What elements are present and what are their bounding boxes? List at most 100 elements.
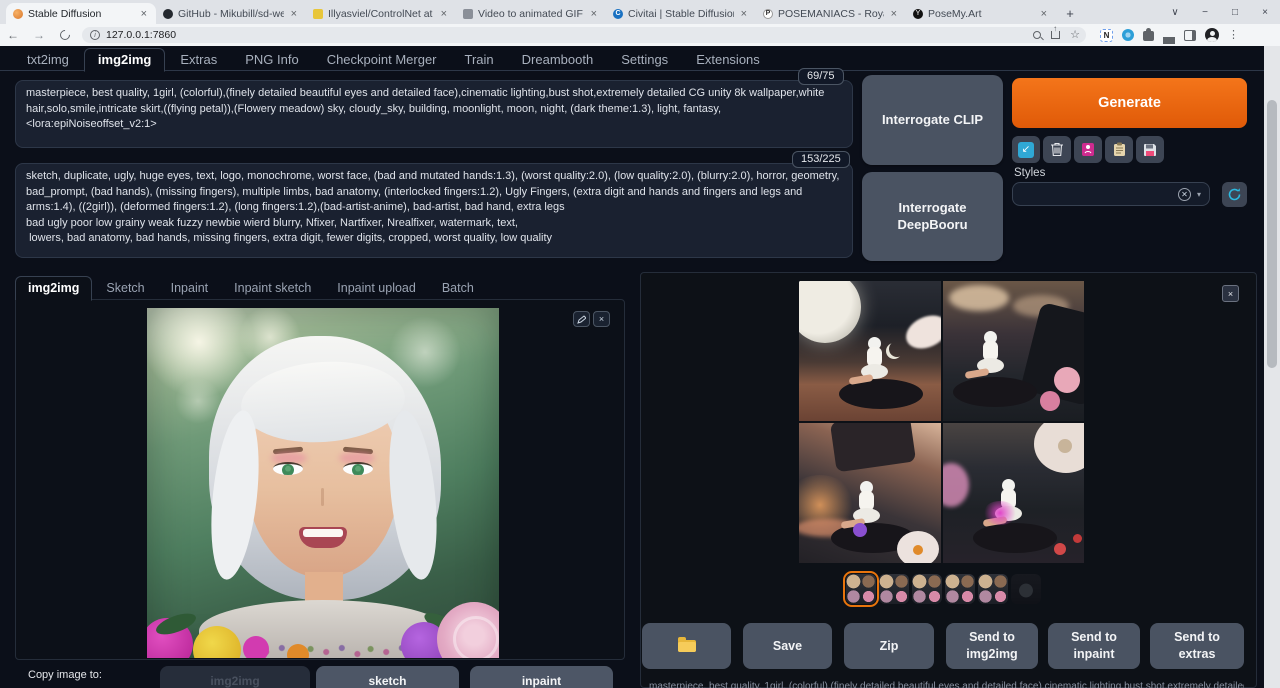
mode-tab-batch[interactable]: Batch	[430, 277, 486, 300]
browser-toolbar: ← → i 127.0.0.1:7860 ☆ N ⋮	[0, 24, 1280, 46]
remove-image-button[interactable]: ×	[593, 311, 610, 327]
mode-tab-inpaint-upload[interactable]: Inpaint upload	[325, 277, 428, 300]
back-button[interactable]: ←	[0, 28, 26, 42]
tab-checkpoint-merger[interactable]: Checkpoint Merger	[314, 49, 450, 71]
tab-search-icon[interactable]: ∨	[1160, 7, 1190, 18]
browser-menu-icon[interactable]: ⋮	[1228, 30, 1239, 41]
tab-img2img[interactable]: img2img	[84, 48, 165, 72]
interrogate-deepbooru-button[interactable]: Interrogate DeepBooru	[862, 172, 1003, 261]
browser-tab-gif-converter[interactable]: Video to animated GIF converter ×	[456, 3, 606, 24]
generation-info-text: masterpiece, best quality, 1girl, (color…	[649, 681, 1244, 688]
notion-extension-icon[interactable]: N	[1100, 29, 1113, 42]
tab-close-icon[interactable]: ×	[589, 8, 599, 20]
tab-close-icon[interactable]: ×	[739, 8, 749, 20]
tab-close-icon[interactable]: ×	[439, 8, 449, 20]
pink-flower	[1040, 391, 1060, 411]
share-icon[interactable]	[1051, 31, 1060, 39]
clear-prompt-button[interactable]	[1043, 136, 1071, 163]
reading-list-icon[interactable]	[1163, 27, 1175, 37]
tab-extras[interactable]: Extras	[167, 49, 230, 71]
folder-icon	[678, 640, 696, 652]
zip-button[interactable]: Zip	[844, 623, 934, 669]
send-to-img2img-button[interactable]: Send to img2img	[946, 623, 1038, 669]
window-controls: ∨ − □ ×	[1160, 0, 1280, 24]
gallery-thumbnail-6[interactable]	[1011, 574, 1041, 604]
prompt-textarea[interactable]: masterpiece, best quality, 1girl, (color…	[15, 80, 853, 148]
browser-tab-posemyart[interactable]: Y PoseMy.Art ×	[906, 3, 1056, 24]
send-to-extras-button[interactable]: Send to extras	[1150, 623, 1244, 669]
mode-tab-img2img[interactable]: img2img	[15, 276, 92, 301]
tab-close-icon[interactable]: ×	[139, 8, 149, 20]
mode-tab-inpaint-sketch[interactable]: Inpaint sketch	[222, 277, 323, 300]
result-image-3[interactable]	[799, 423, 941, 563]
browser-tab-civitai[interactable]: C Civitai | Stable Diffusion model... ×	[606, 3, 756, 24]
save-style-button[interactable]	[1136, 136, 1164, 163]
tab-txt2img[interactable]: txt2img	[14, 49, 82, 71]
side-panel-icon[interactable]	[1184, 30, 1196, 41]
refresh-styles-button[interactable]	[1222, 182, 1247, 207]
blue-extension-icon[interactable]	[1122, 29, 1134, 41]
tab-title: POSEMANIACS - Royalty free 3...	[778, 8, 884, 20]
maximize-button[interactable]: □	[1220, 7, 1250, 18]
profile-avatar[interactable]	[1205, 28, 1219, 42]
extra-networks-button[interactable]	[1074, 136, 1102, 163]
send-to-inpaint-button[interactable]: Send to inpaint	[1048, 623, 1140, 669]
result-image-4[interactable]	[943, 423, 1085, 563]
extensions-puzzle-icon[interactable]	[1143, 31, 1154, 41]
result-image-grid[interactable]	[799, 281, 1084, 563]
source-image-dropzone[interactable]: ×	[15, 299, 625, 660]
result-image-2[interactable]	[943, 281, 1085, 421]
open-folder-button[interactable]	[642, 623, 731, 669]
interrogate-clip-button[interactable]: Interrogate CLIP	[862, 75, 1003, 165]
bookmark-star-icon[interactable]: ☆	[1070, 30, 1080, 41]
gallery-close-button[interactable]: ×	[1222, 285, 1239, 302]
scrollbar-thumb[interactable]	[1267, 100, 1277, 368]
browser-tab-github[interactable]: GitHub - Mikubill/sd-webui-co... ×	[156, 3, 306, 24]
forward-button[interactable]: →	[26, 28, 52, 42]
read-parameters-button[interactable]: ↙	[1012, 136, 1040, 163]
tab-dreambooth[interactable]: Dreambooth	[509, 49, 607, 71]
tab-close-icon[interactable]: ×	[1039, 8, 1049, 20]
copy-to-sketch-button[interactable]: sketch	[316, 666, 459, 688]
tab-close-icon[interactable]: ×	[889, 8, 899, 20]
generate-button[interactable]: Generate	[1012, 78, 1247, 128]
negative-prompt-textarea[interactable]: sketch, duplicate, ugly, huge eyes, text…	[15, 163, 853, 258]
gallery-thumbnail-4[interactable]	[945, 574, 975, 604]
new-tab-button[interactable]: +	[1060, 3, 1080, 23]
gallery-thumbnail-3[interactable]	[912, 574, 942, 604]
tab-extensions[interactable]: Extensions	[683, 49, 773, 71]
tab-title: Video to animated GIF converter	[478, 8, 584, 20]
browser-tab-controlnet[interactable]: Illyasviel/ControlNet at main ×	[306, 3, 456, 24]
copy-to-img2img-button[interactable]: img2img	[160, 666, 310, 688]
result-image-1[interactable]	[799, 281, 941, 421]
edit-image-button[interactable]	[573, 311, 590, 327]
gallery-thumbnail-5[interactable]	[978, 574, 1008, 604]
browser-tab-stable-diffusion[interactable]: Stable Diffusion ×	[6, 3, 156, 24]
omnibox-icons: ☆	[1033, 28, 1080, 42]
styles-dropdown[interactable]: ✕ ▾	[1012, 182, 1210, 206]
mode-tab-sketch[interactable]: Sketch	[94, 277, 156, 300]
minimize-button[interactable]: −	[1190, 7, 1220, 18]
gallery-thumbnail-2[interactable]	[879, 574, 909, 604]
site-info-icon[interactable]: i	[90, 30, 100, 40]
zoom-icon[interactable]	[1033, 31, 1041, 39]
reload-icon[interactable]	[58, 28, 72, 42]
address-bar[interactable]: i 127.0.0.1:7860 ☆	[82, 27, 1086, 43]
tab-settings[interactable]: Settings	[608, 49, 681, 71]
moon	[799, 281, 861, 343]
apply-style-button[interactable]	[1105, 136, 1133, 163]
red-flower	[1073, 534, 1082, 543]
window-close-button[interactable]: ×	[1250, 7, 1280, 18]
browser-tab-posemaniacs[interactable]: P POSEMANIACS - Royalty free 3... ×	[756, 3, 906, 24]
clear-styles-icon[interactable]: ✕	[1178, 188, 1191, 201]
tab-png-info[interactable]: PNG Info	[232, 49, 311, 71]
tab-title: PoseMy.Art	[928, 8, 1034, 20]
img2img-mode-tabs: img2img Sketch Inpaint Inpaint sketch In…	[15, 273, 486, 300]
tab-close-icon[interactable]: ×	[289, 8, 299, 20]
tab-train[interactable]: Train	[452, 49, 507, 71]
mode-tab-inpaint[interactable]: Inpaint	[159, 277, 221, 300]
copy-to-inpaint-button[interactable]: inpaint	[470, 666, 613, 688]
gallery-thumbnail-1[interactable]	[846, 574, 876, 604]
save-button[interactable]: Save	[743, 623, 832, 669]
page-scrollbar[interactable]	[1264, 46, 1280, 688]
